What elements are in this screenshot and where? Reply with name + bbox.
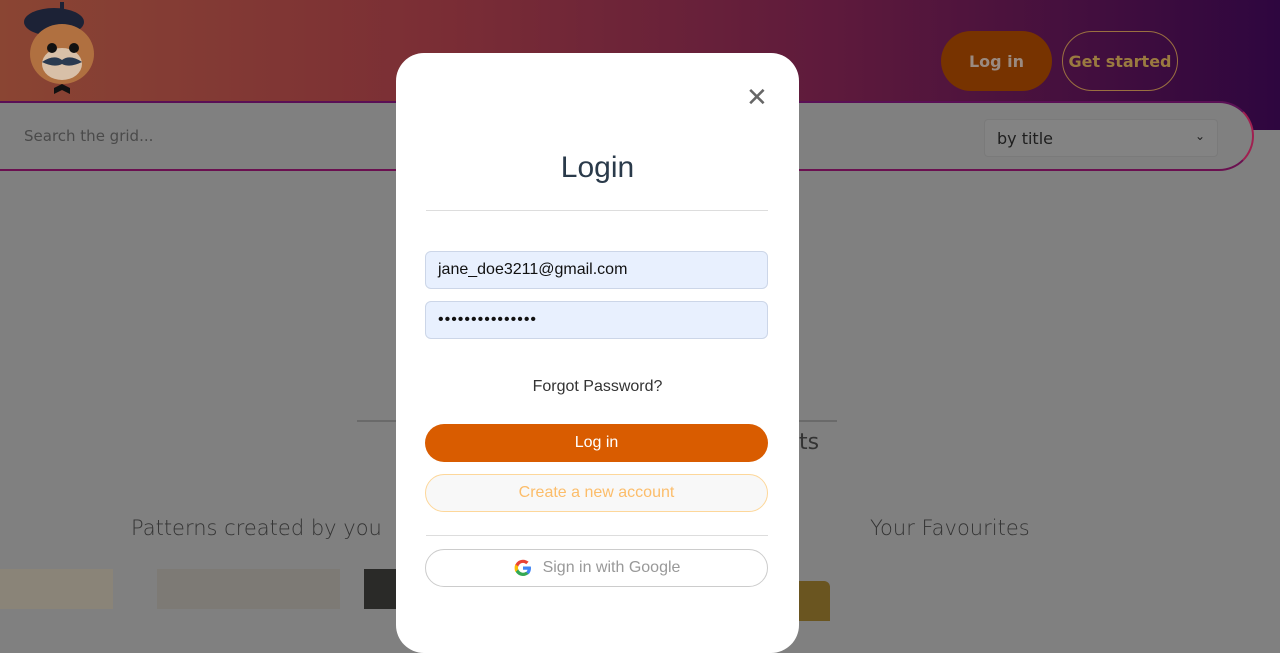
- section-title-favourites: Your Favourites: [870, 516, 1030, 540]
- pattern-thumbnail[interactable]: [0, 569, 113, 609]
- modal-title: Login: [560, 151, 635, 184]
- sort-value: by title: [997, 129, 1053, 148]
- favourite-thumbnail[interactable]: [799, 581, 830, 621]
- google-signin-button[interactable]: Sign in with Google: [425, 549, 768, 587]
- divider: [426, 535, 768, 536]
- pattern-thumbnail[interactable]: [157, 569, 340, 609]
- google-signin-label: Sign in with Google: [542, 559, 681, 576]
- google-icon: [514, 559, 531, 576]
- email-field[interactable]: jane_doe3211@gmail.com: [425, 251, 768, 289]
- pattern-thumbnail[interactable]: [364, 569, 396, 609]
- divider: [426, 210, 768, 211]
- login-modal: ✕ Login jane_doe3211@gmail.com •••••••••…: [396, 53, 799, 653]
- chevron-down-icon: ⌄: [1194, 129, 1205, 143]
- hidden-heading-fragment: ts: [799, 430, 820, 455]
- section-title-created: Patterns created by you: [131, 516, 382, 540]
- close-icon[interactable]: ✕: [746, 83, 768, 113]
- sort-select[interactable]: by title ⌄: [984, 119, 1218, 157]
- get-started-button[interactable]: Get started: [1062, 31, 1178, 91]
- forgot-password-link[interactable]: Forgot Password?: [396, 378, 799, 396]
- create-account-button[interactable]: Create a new account: [425, 474, 768, 512]
- password-field[interactable]: •••••••••••••••: [425, 301, 768, 339]
- login-button[interactable]: Log in: [425, 424, 768, 462]
- search-input[interactable]: Search the grid...: [24, 127, 153, 145]
- cat-logo[interactable]: [14, 2, 106, 100]
- header-login-button[interactable]: Log in: [941, 31, 1052, 91]
